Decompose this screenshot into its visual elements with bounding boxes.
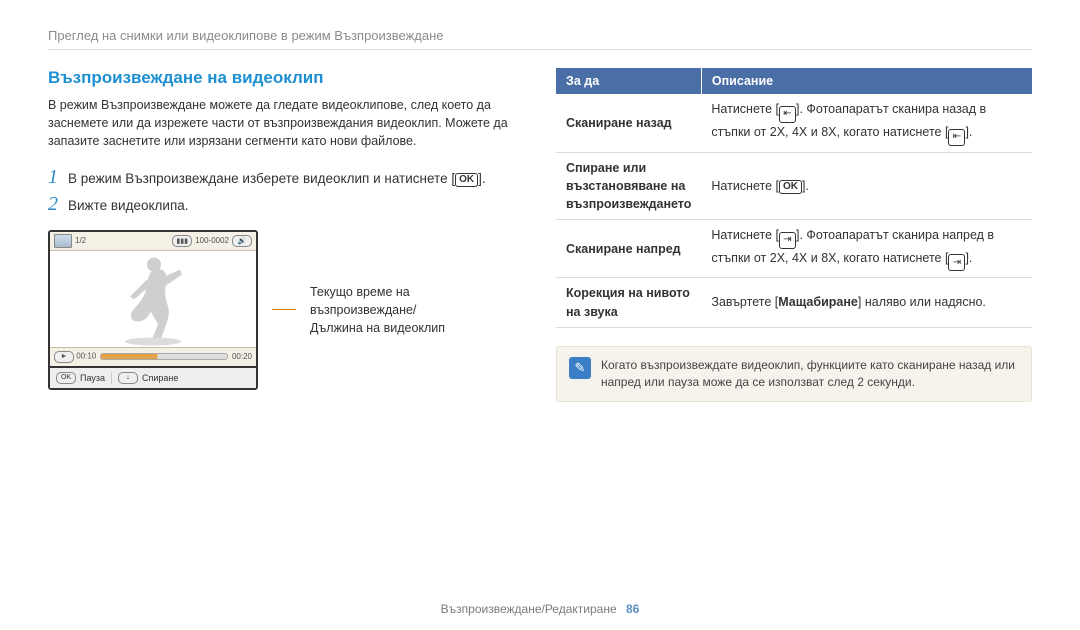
note-box: ✎ Когато възпроизвеждате видеоклип, функ… [556,346,1032,403]
table-row: Корекция на нивото на звука Завъртете [М… [556,278,1032,327]
zoom-keyword: Мащабиране [778,295,858,309]
stop-label: Спиране [142,373,178,383]
elapsed-time: 00:10 [76,351,96,360]
page-number: 86 [626,602,639,616]
table-row: Сканиране назад Натиснете [⇤]. Фотоапара… [556,94,1032,152]
breadcrumb: Преглед на снимки или видеоклипове в реж… [48,28,1032,43]
scan-back-icon: ⇤ [779,106,796,123]
row-label: Сканиране назад [556,94,701,152]
speaker-icon: 🔊 [232,235,252,247]
table-header-action: За да [556,68,701,94]
ok-icon: OK [779,180,802,194]
page-footer: Възпроизвеждане/Редактиране 86 [0,602,1080,616]
row-label: Корекция на нивото на звука [556,278,701,327]
section-title: Възпроизвеждане на видеоклип [48,68,528,88]
scan-fwd-icon: ⇥ [948,254,965,271]
scan-fwd-icon: ⇥ [779,232,796,249]
callout-line [272,309,296,310]
row-text: Натиснете [ [711,102,779,116]
ok-icon: OK [455,173,478,187]
footer-section: Възпроизвеждане/Редактиране [441,602,617,616]
step-text: В режим Възпроизвеждане изберете видеокл… [68,169,528,189]
play-icon: ► [54,351,74,363]
stop-button[interactable]: ↓ Спиране [112,372,184,384]
row-label: Спиране или възстановяване на възпроизве… [556,152,701,219]
functions-table: За да Описание Сканиране назад Натиснете… [556,68,1032,328]
row-text: Натиснете [ [711,228,779,242]
step-1-pre: В режим Възпроизвеждане изберете видеокл… [68,171,455,186]
step-text: Вижте видеоклипа. [68,196,528,216]
step-number: 2 [48,193,68,216]
row-desc: Натиснете [⇥]. Фотоапаратът сканира напр… [701,219,1032,278]
pause-button[interactable]: OK Пауза [50,372,112,384]
lcd-progress-bar: ► 00:10 00:20 [50,347,256,366]
intro-text: В режим Възпроизвеждане можете да гледат… [48,96,528,150]
row-text: Завъртете [ [711,295,778,309]
thumbnail-icon [54,234,72,248]
total-time: 00:20 [232,352,252,361]
file-number: 100-0002 [195,236,229,245]
row-text: ]. [965,125,972,139]
row-text: ]. [802,179,809,193]
right-column: За да Описание Сканиране назад Натиснете… [556,68,1032,402]
steps-list: 1 В режим Възпроизвеждане изберете видео… [48,166,528,216]
step-number: 1 [48,166,68,189]
note-text: Когато възпроизвеждате видеоклип, функци… [601,357,1019,392]
scan-back-icon: ⇤ [948,129,965,146]
content-columns: Възпроизвеждане на видеоклип В режим Въз… [48,68,1032,402]
step-1: 1 В режим Възпроизвеждане изберете видео… [48,166,528,189]
row-desc: Натиснете [OK]. [701,152,1032,219]
screenshot-row: 1/2 ▮▮▮ 100-0002 🔊 [48,230,528,390]
table-header-row: За да Описание [556,68,1032,94]
pause-label: Пауза [80,373,105,383]
lcd-buttonbar: OK Пауза ↓ Спиране [50,366,256,388]
step-2: 2 Вижте видеоклипа. [48,193,528,216]
row-text: ]. [965,251,972,265]
battery-icon: ▮▮▮ [172,235,192,247]
lcd-preview [50,251,256,347]
divider [48,49,1032,50]
row-desc: Завъртете [Мащабиране] наляво или надясн… [701,278,1032,327]
row-text: Натиснете [ [711,179,779,193]
ok-key-icon: OK [56,372,76,384]
progress-track [100,353,228,360]
camera-lcd: 1/2 ▮▮▮ 100-0002 🔊 [48,230,258,390]
photo-counter: 1/2 [75,236,86,245]
note-icon: ✎ [569,357,591,379]
left-column: Възпроизвеждане на видеоклип В режим Въз… [48,68,528,402]
row-desc: Натиснете [⇤]. Фотоапаратът сканира наза… [701,94,1032,152]
dancer-silhouette-icon [108,251,198,346]
step-1-post: ]. [478,171,486,186]
row-label: Сканиране напред [556,219,701,278]
row-text: ] наляво или надясно. [858,295,986,309]
screenshot-caption: Текущо време на възпроизвеждане/ Дължина… [310,283,470,337]
down-key-icon: ↓ [118,372,138,384]
table-row: Спиране или възстановяване на възпроизве… [556,152,1032,219]
lcd-topbar: 1/2 ▮▮▮ 100-0002 🔊 [50,232,256,251]
manual-page: Преглед на снимки или видеоклипове в реж… [0,0,1080,630]
table-row: Сканиране напред Натиснете [⇥]. Фотоапар… [556,219,1032,278]
table-header-desc: Описание [701,68,1032,94]
